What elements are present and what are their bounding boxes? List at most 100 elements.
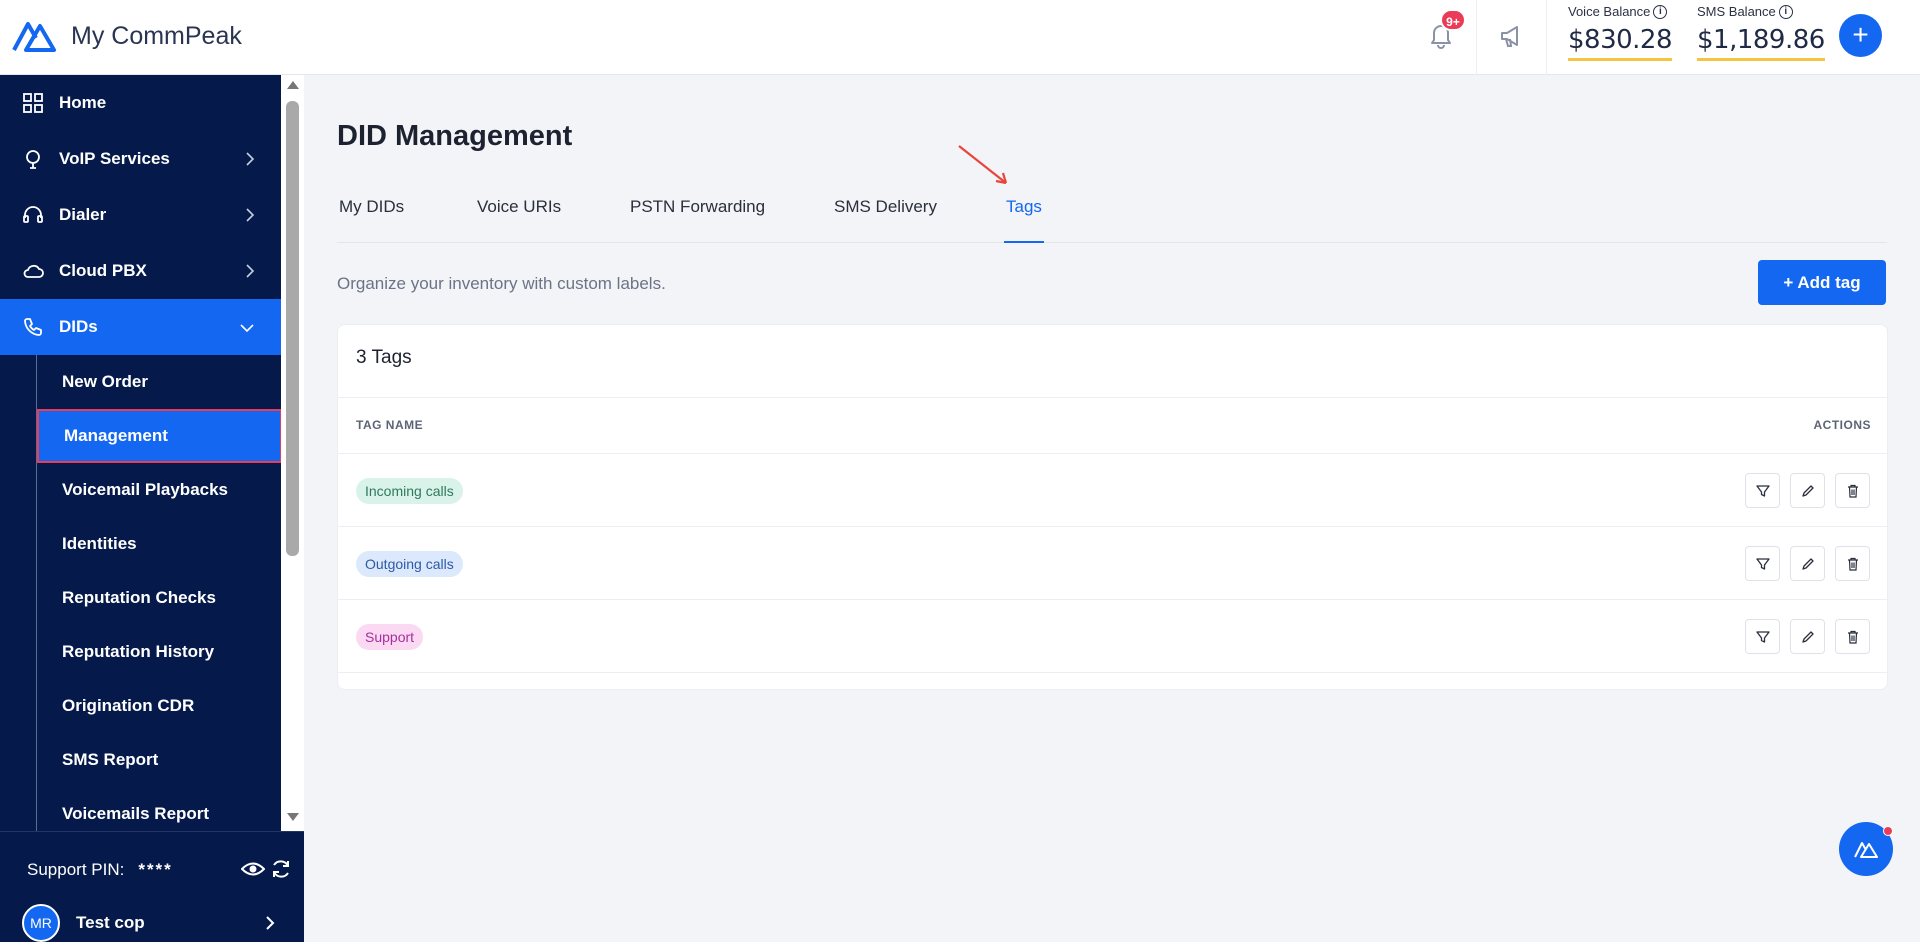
tab-sms-delivery[interactable]: SMS Delivery [834, 197, 937, 243]
chevron-right-icon [246, 264, 255, 278]
user-name: Test cop [76, 913, 145, 932]
user-menu[interactable]: MR Test cop [22, 904, 275, 942]
column-header-actions: ACTIONS [1813, 418, 1871, 432]
voice-balance[interactable]: Voice Balance i $830.28 [1568, 4, 1673, 61]
eye-icon[interactable] [241, 859, 265, 879]
voip-icon [26, 150, 40, 169]
sidebar-subitem-voicemail-playbacks[interactable]: Voicemail Playbacks [37, 463, 281, 517]
trash-icon [1848, 557, 1858, 571]
sidebar-item-label: Dialer [59, 205, 107, 224]
sms-balance-label: SMS Balance [1697, 4, 1776, 19]
chat-unread-dot [1883, 826, 1893, 836]
filter-icon [1756, 558, 1770, 570]
dids-submenu: New Order Management Voicemail Playbacks… [0, 355, 281, 831]
sidebar-subitem-reputation-checks[interactable]: Reputation Checks [37, 571, 281, 625]
delete-button[interactable] [1835, 546, 1870, 581]
megaphone-icon[interactable] [1498, 22, 1526, 50]
delete-button[interactable] [1835, 473, 1870, 508]
tab-tags[interactable]: Tags [1004, 197, 1044, 243]
pencil-icon [1802, 485, 1814, 497]
chevron-down-icon [240, 324, 254, 333]
scroll-down-arrow[interactable] [287, 813, 299, 821]
add-tag-button[interactable]: + Add tag [1758, 260, 1886, 305]
sidebar-item-cloud-pbx[interactable]: Cloud PBX [0, 243, 281, 299]
table-row: Incoming calls [338, 454, 1887, 527]
tab-my-dids[interactable]: My DIDs [339, 197, 404, 243]
sidebar: Home VoIP Services Dialer Cloud PBX DIDs… [0, 75, 304, 942]
support-pin-value: **** [138, 860, 173, 879]
tab-bar: My DIDs Voice URIs PSTN Forwarding SMS D… [337, 180, 1887, 243]
filter-button[interactable] [1745, 619, 1780, 654]
commpeak-logo-icon [1854, 842, 1878, 858]
divider [1546, 0, 1547, 75]
sidebar-subitem-management[interactable]: Management [37, 409, 281, 463]
edit-button[interactable] [1790, 619, 1825, 654]
filter-icon [1756, 485, 1770, 497]
info-icon[interactable]: i [1653, 4, 1668, 19]
sidebar-scrollbar[interactable] [281, 75, 304, 831]
tab-voice-uris[interactable]: Voice URIs [477, 197, 561, 243]
edit-button[interactable] [1790, 546, 1825, 581]
annotation-arrow-icon [958, 145, 1008, 185]
chevron-right-icon [246, 152, 255, 166]
scroll-up-arrow[interactable] [287, 81, 299, 89]
cloud-icon [23, 264, 44, 278]
sidebar-footer: Support PIN: **** MR Test cop [0, 831, 304, 942]
voice-balance-label: Voice Balance [1568, 4, 1651, 19]
sidebar-item-voip-services[interactable]: VoIP Services [0, 131, 281, 187]
filter-button[interactable] [1745, 473, 1780, 508]
quick-add-button[interactable]: + [1839, 14, 1882, 57]
sidebar-item-label: DIDs [59, 317, 98, 336]
sidebar-subitem-reputation-history[interactable]: Reputation History [37, 625, 281, 679]
tag-chip: Incoming calls [356, 478, 463, 504]
grid-icon [23, 93, 43, 113]
sidebar-item-label: Cloud PBX [59, 261, 147, 280]
sidebar-subitem-origination-cdr[interactable]: Origination CDR [37, 679, 281, 733]
table-row: Support [338, 600, 1887, 673]
top-bar: My CommPeak 9+ Voice Balance i $830.28 S… [0, 0, 1920, 75]
tag-chip: Outgoing calls [356, 551, 463, 577]
divider [1476, 0, 1477, 75]
voice-balance-value: $830.28 [1568, 25, 1673, 61]
support-pin: Support PIN: **** [27, 860, 173, 880]
sidebar-item-dids[interactable]: DIDs [0, 299, 281, 355]
column-header-tag-name: TAG NAME [356, 418, 424, 432]
sms-balance-value: $1,189.86 [1697, 25, 1825, 61]
tag-chip: Support [356, 624, 424, 650]
sidebar-subitem-voicemails-report[interactable]: Voicemails Report [37, 787, 281, 831]
sidebar-item-label: VoIP Services [59, 149, 170, 168]
chevron-right-icon [246, 208, 255, 222]
chevron-right-icon [266, 916, 275, 930]
brand-name: My CommPeak [71, 21, 242, 50]
sms-balance[interactable]: SMS Balance i $1,189.86 [1697, 4, 1825, 61]
edit-button[interactable] [1790, 473, 1825, 508]
sidebar-nav: Home VoIP Services Dialer Cloud PBX DIDs… [0, 75, 281, 831]
delete-button[interactable] [1835, 619, 1870, 654]
support-pin-label: Support PIN: [27, 860, 125, 879]
sidebar-subitem-sms-report[interactable]: SMS Report [37, 733, 281, 787]
info-icon[interactable]: i [1778, 4, 1793, 19]
commpeak-logo-icon [12, 22, 56, 52]
sidebar-item-label: Home [59, 93, 107, 112]
sidebar-subitem-new-order[interactable]: New Order [37, 355, 281, 409]
table-row: Outgoing calls [338, 527, 1887, 600]
scroll-thumb[interactable] [286, 101, 299, 556]
sidebar-subitem-identities[interactable]: Identities [37, 517, 281, 571]
sidebar-item-home[interactable]: Home [0, 75, 281, 131]
filter-icon [1756, 631, 1770, 643]
page-title: DID Management [337, 120, 573, 152]
pencil-icon [1802, 631, 1814, 643]
brand[interactable]: My CommPeak [12, 18, 242, 54]
headset-icon [23, 206, 43, 223]
tags-count: 3 Tags [356, 347, 412, 368]
avatar: MR [22, 904, 60, 942]
sidebar-item-dialer[interactable]: Dialer [0, 187, 281, 243]
tab-pstn-forwarding[interactable]: PSTN Forwarding [630, 197, 765, 243]
refresh-icon[interactable] [270, 858, 292, 880]
main-content: DID Management My DIDs Voice URIs PSTN F… [304, 76, 1920, 942]
page-description: Organize your inventory with custom labe… [337, 274, 666, 293]
filter-button[interactable] [1745, 546, 1780, 581]
divider [338, 397, 1887, 398]
notifications-badge: 9+ [1440, 9, 1466, 31]
tags-card: 3 Tags TAG NAME ACTIONS Incoming calls O… [337, 324, 1888, 690]
